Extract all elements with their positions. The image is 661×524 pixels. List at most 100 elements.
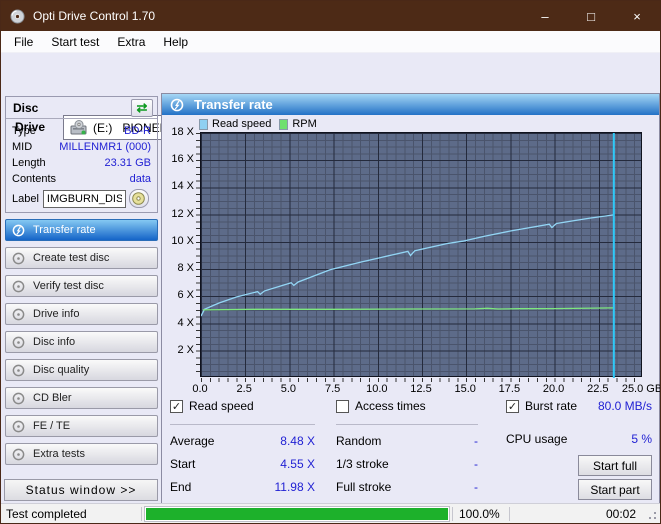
x-tick-label: 12.5 [410,383,432,395]
resize-grip[interactable] [644,507,658,521]
y-tick-label: 8 X [177,262,194,275]
x-tick-label: 7.5 [324,383,341,395]
disc-icon [12,252,25,264]
x-tick-label: 20.0 [542,383,565,395]
sidebar-item-label: Drive info [33,308,80,320]
sidebar-item-transfer-rate[interactable]: Transfer rate [5,219,158,241]
stat-label: End [170,479,192,494]
sidebar-item-create-test-disc[interactable]: Create test disc [5,247,158,269]
burst-rate-checkbox[interactable]: ✓ [506,399,519,413]
disc-icon [12,336,25,348]
read-speed-label: Read speed [189,399,254,413]
stat-label: CPU usage [506,431,568,446]
y-tick-label: 14 X [171,180,194,193]
app-cd-icon [10,8,25,24]
sidebar-item-extra-tests[interactable]: Extra tests [5,443,158,465]
y-tick-label: 6 X [177,289,194,302]
disc-label-button[interactable] [128,189,149,208]
titlebar: Opti Drive Control 1.70 – □ × [1,1,660,31]
start-part-button[interactable]: Start part [578,479,652,500]
disc-icon [12,392,25,404]
disc-icon [12,308,25,320]
stat-label: Full stroke [336,479,392,494]
status-window-button[interactable]: Status window >> [4,479,158,501]
disc-panel: Disc ⇄ Type BD-R MID MILLENMR1 (000) Len… [5,96,158,213]
field-value: MILLENMR1 (000) [59,141,151,153]
stat-value: 8.48 X [280,433,315,448]
main-header: Transfer rate [162,94,659,115]
sidebar-item-label: Create test disc [33,252,110,264]
field-label: Length [12,157,46,169]
stat-label: Random [336,433,382,448]
refresh-disc-button[interactable]: ⇄ [131,98,153,117]
cpu-usage-row: CPU usage 5 % [506,428,652,449]
disc-field-contents: Contents data [6,171,157,187]
sidebar-item-label: FE / TE [33,420,71,432]
stat-label: Start [170,456,196,471]
sidebar-item-label: Disc quality [33,364,90,376]
disc-panel-title: Disc [13,100,39,115]
x-tick-label: 17.5 [498,383,521,395]
x-tick-label: 10.0 [366,383,388,395]
sidebar-item-fe-te[interactable]: FE / TE [5,415,158,437]
menu-extra[interactable]: Extra [108,32,154,52]
y-tick-label: 4 X [177,316,194,329]
series-rpm [202,307,614,311]
random-row: Random - [336,429,478,452]
disc-icon [12,224,25,236]
stat-label: 1/3 stroke [336,456,389,471]
minimize-icon[interactable]: – [522,1,568,31]
x-axis-labels: 0.0 2.5 5.0 7.5 10.0 12.5 15.0 17.5 20.0 22.5 25.0… [162,383,660,397]
menu-file[interactable]: File [5,32,42,52]
status-text: Test completed [6,506,87,521]
field-label: Contents [12,173,57,185]
menu-help[interactable]: Help [154,32,197,52]
elapsed-time: 00:02 [605,506,636,521]
sidebar-item-label: Transfer rate [33,224,96,236]
field-value: BD-R [124,125,151,137]
window-title: Opti Drive Control 1.70 [33,9,156,23]
stat-value: - [474,456,478,471]
x-tick-label: 15.0 [454,383,476,395]
stat-value: - [474,479,478,494]
stat-value: - [474,433,478,448]
end-row: End 11.98 X [170,475,315,498]
field-value: data [129,173,151,185]
maximize-icon[interactable]: □ [568,1,614,31]
sidebar-item-verify-test-disc[interactable]: Verify test disc [5,275,158,297]
disc-icon [12,364,25,376]
legend-rpm: RPM [292,118,317,130]
start-full-button[interactable]: Start full [578,455,652,476]
disc-label-input[interactable] [42,189,126,208]
start-full-label: Start full [592,458,637,473]
sidebar-item-drive-info[interactable]: Drive info [5,303,158,325]
sidebar-item-cd-bler[interactable]: CD Bler [5,387,158,409]
field-label: Type [12,125,36,137]
progress-bar [144,505,450,522]
sidebar-item-disc-quality[interactable]: Disc quality [5,359,158,381]
main-title: Transfer rate [194,97,273,112]
statusbar-divider [509,506,510,521]
disc-icon [12,420,25,432]
disc-icon [170,98,184,111]
access-times-label: Access times [355,399,426,413]
field-label: MID [12,141,33,153]
sidebar-item-label: CD Bler [33,392,72,404]
menu-start-test[interactable]: Start test [42,32,108,52]
stat-label: Average [170,433,215,448]
burst-rate-section: ✓ Burst rate 80.0 MB/s CPU usage 5 % [506,399,652,449]
toolbar: Drive (E:) PIONEER BD-RW BDR-212U 1.00 S… [1,53,660,141]
sidebar-item-label: Extra tests [33,448,85,460]
access-times-section: Access times Random - 1/3 stroke - Full … [336,399,478,498]
access-times-checkbox[interactable] [336,399,349,413]
x-axis-ticks [201,378,643,382]
legend-read-speed: Read speed [212,118,272,130]
close-icon[interactable]: × [614,1,660,31]
sidebar-item-disc-info[interactable]: Disc info [5,331,158,353]
progress-fill [146,507,448,520]
x-tick-label: 0.0 [192,383,208,395]
field-value: 23.31 GB [104,157,151,169]
read-speed-checkbox[interactable]: ✓ [170,399,183,413]
plot-area [200,132,642,378]
series-read-speed [201,214,614,317]
